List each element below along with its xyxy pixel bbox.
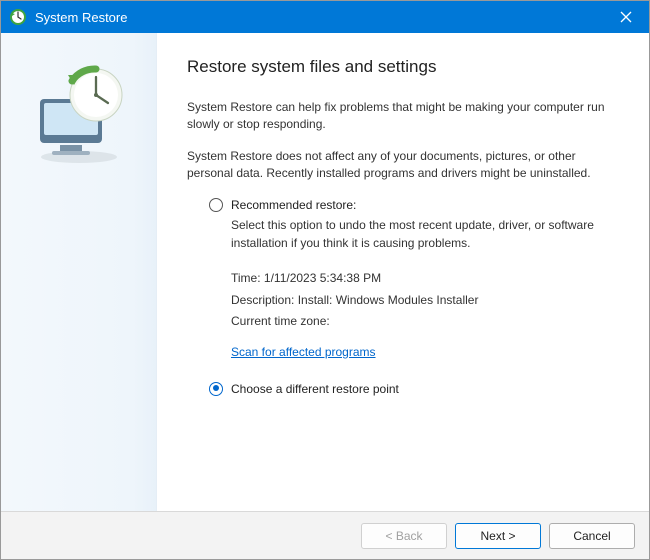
intro-paragraph-2: System Restore does not affect any of yo… [187,148,619,183]
restore-timezone: Current time zone: [231,311,619,333]
intro-paragraph-1: System Restore can help fix problems tha… [187,99,619,134]
back-button: < Back [361,523,447,549]
restore-clock-monitor-icon [24,61,134,171]
close-button[interactable] [603,1,649,33]
option-recommended-label: Recommended restore: [231,197,356,214]
cancel-button[interactable]: Cancel [549,523,635,549]
scan-affected-programs-link[interactable]: Scan for affected programs [231,345,376,359]
option-recommended-restore[interactable]: Recommended restore: [209,197,619,214]
option-recommended-description: Select this option to undo the most rece… [231,217,619,252]
radio-different[interactable] [209,382,223,396]
titlebar: System Restore [1,1,649,33]
next-button[interactable]: Next > [455,523,541,549]
wizard-sidebar [1,33,157,511]
wizard-main-panel: Restore system files and settings System… [157,33,649,511]
restore-time: Time: 1/11/2023 5:34:38 PM [231,268,619,290]
dialog-body: Restore system files and settings System… [1,33,649,511]
wizard-footer: < Back Next > Cancel [1,511,649,559]
system-restore-window: System Restore [0,0,650,560]
radio-recommended[interactable] [209,198,223,212]
page-heading: Restore system files and settings [187,57,619,77]
restore-options-group: Recommended restore: Select this option … [187,197,619,398]
window-title: System Restore [35,10,603,25]
system-restore-app-icon [9,8,27,26]
close-icon [620,11,632,23]
option-different-restore-point[interactable]: Choose a different restore point [209,381,619,398]
recommended-restore-details: Time: 1/11/2023 5:34:38 PM Description: … [231,268,619,375]
restore-description: Description: Install: Windows Modules In… [231,290,619,312]
option-different-label: Choose a different restore point [231,381,399,398]
